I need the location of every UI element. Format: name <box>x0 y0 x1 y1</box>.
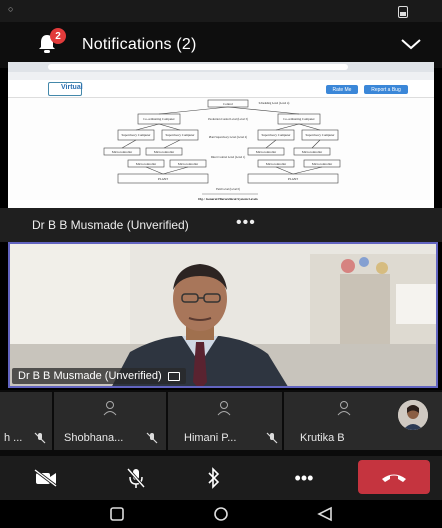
person-icon <box>103 401 117 416</box>
mute-button[interactable] <box>116 462 156 494</box>
mic-off-icon <box>146 432 158 444</box>
notifications-title: Notifications (2) <box>82 36 197 53</box>
participant-name: Himani P... <box>184 432 237 444</box>
status-icon: ○ <box>8 4 14 14</box>
camera-off-icon <box>34 469 57 487</box>
diagram-micro-5: Microcontroller <box>136 162 157 166</box>
bluetooth-icon <box>208 467 220 489</box>
virtual-lab-logo-text: Virtual <box>61 84 83 91</box>
end-call-button[interactable] <box>358 460 430 494</box>
diagram-super-3: Supervisory Computer <box>262 133 292 137</box>
shared-screen: Virtual Rate Me Report a Bug Control Sch… <box>8 62 434 208</box>
mic-off-icon <box>34 432 46 444</box>
diagram-super-2: Supervisory Computer <box>166 133 196 137</box>
virtual-lab-logo: Virtual <box>48 82 83 96</box>
home-icon[interactable] <box>212 506 230 522</box>
system-nav-bar <box>0 500 442 528</box>
browser-toolbar <box>8 62 434 72</box>
rate-me-button: Rate Me <box>326 85 358 94</box>
diagram-field-level: Field Level (Level 0) <box>216 188 240 191</box>
mic-off-icon <box>126 468 146 488</box>
participants-row: h ... Shobhana... Himani P... Krutika B <box>0 390 442 456</box>
hang-up-icon <box>382 474 406 482</box>
chevron-down-icon[interactable] <box>400 36 422 52</box>
diagram-micro-6: Microcontroller <box>178 162 199 166</box>
diagram-micro-8: Microcontroller <box>312 162 333 166</box>
diagram-plant-supervisory: Plant Supervisory Level (Level 2) <box>209 136 247 139</box>
participant-tile[interactable]: Krutika B <box>284 392 442 450</box>
browser-address-bar <box>48 64 348 70</box>
participant-avatar <box>398 400 428 430</box>
person-icon <box>217 401 231 416</box>
more-options-button[interactable]: ••• <box>284 462 324 494</box>
presenter-strip: Dr B B Musmade (Unverified) ••• <box>0 208 442 242</box>
diagram-micro-2: Microcontroller <box>154 150 175 154</box>
presenter-name: Dr B B Musmade (Unverified) <box>32 218 189 232</box>
hierarchy-diagram: Control Scheduling Level (Level 4) Co-or… <box>103 99 341 201</box>
diagram-micro-7: Microcontroller <box>266 162 287 166</box>
report-bug-button: Report a Bug <box>364 85 408 94</box>
main-video-tile[interactable]: Dr B B Musmade (Unverified) <box>8 242 438 388</box>
main-video-name: Dr B B Musmade (Unverified) <box>18 370 162 382</box>
diagram-caption: Fig.: General Hierarchical System Levels <box>198 197 258 201</box>
diagram-plant-2: PLANT <box>288 177 298 181</box>
diagram-super-4: Supervisory Computer <box>306 133 336 137</box>
virtual-lab-header: Virtual Rate Me Report a Bug <box>8 80 434 98</box>
diagram-production-level: Production Control Level (Level 3) <box>208 118 248 121</box>
screen-share-icon <box>167 371 180 381</box>
main-video-label: Dr B B Musmade (Unverified) <box>12 368 186 384</box>
browser-bookmarks-bar <box>8 72 434 80</box>
camera-off-button[interactable] <box>26 462 66 494</box>
diagram-coord-1: Co-ordinating Computer <box>143 117 175 121</box>
diagram-coord-2: Co-ordinating Computer <box>283 117 315 121</box>
participant-tile[interactable]: h ... <box>0 392 52 450</box>
diagram-top: Control <box>223 102 233 106</box>
diagram-direct-control: Direct Control Level (Level 1) <box>211 156 245 159</box>
participant-name: Krutika B <box>300 432 345 444</box>
diagram-micro-3: Microcontroller <box>256 150 277 154</box>
diagram-super-1: Supervisory Computer <box>122 133 152 137</box>
presenter-more-button[interactable]: ••• <box>236 214 256 232</box>
diagram-micro-4: Microcontroller <box>302 150 323 154</box>
speaker-video <box>10 244 436 386</box>
bluetooth-button[interactable] <box>194 462 234 494</box>
participant-tile[interactable]: Himani P... <box>168 392 282 450</box>
recent-apps-icon[interactable] <box>108 506 126 522</box>
notification-badge: 2 <box>50 28 66 44</box>
person-icon <box>337 401 351 416</box>
diagram-plant-1: PLANT <box>158 177 168 181</box>
mic-off-icon <box>266 432 278 444</box>
diagram-micro-1: Microcontroller <box>112 150 133 154</box>
battery-icon <box>398 6 408 18</box>
diagram-scheduling: Scheduling Level (Level 4) <box>259 102 290 105</box>
back-icon[interactable] <box>316 506 334 522</box>
participant-tile[interactable]: Shobhana... <box>54 392 166 450</box>
status-bar: ○ <box>0 0 442 22</box>
call-controls: ••• <box>0 456 442 500</box>
